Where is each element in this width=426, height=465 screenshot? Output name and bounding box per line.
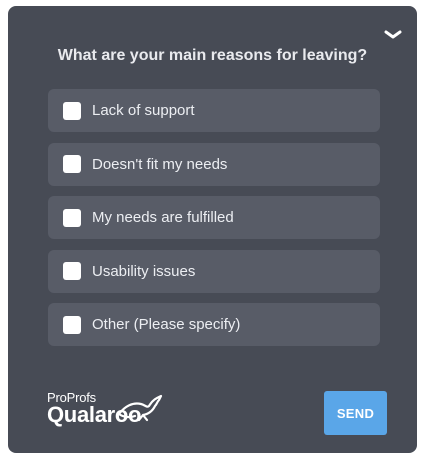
option-label: Other (Please specify) xyxy=(92,316,241,333)
survey-widget: What are your main reasons for leaving? … xyxy=(8,6,417,453)
option-label: Lack of support xyxy=(92,102,195,119)
option-label: Usability issues xyxy=(92,262,196,280)
option-label: Doesn't fit my needs xyxy=(92,155,228,173)
checkbox[interactable] xyxy=(63,262,81,280)
brand-logo[interactable]: ProProfs Qualaroo xyxy=(47,390,167,430)
option-usability-issues[interactable]: Usability issues xyxy=(48,249,380,293)
checkbox[interactable] xyxy=(63,208,81,227)
option-other[interactable]: Other (Please specify) xyxy=(48,303,380,346)
survey-question: What are your main reasons for leaving? xyxy=(57,47,368,64)
collapse-button[interactable] xyxy=(383,28,403,40)
checkbox[interactable] xyxy=(63,155,81,173)
send-button[interactable]: SEND xyxy=(324,391,387,435)
chevron-down-icon xyxy=(384,30,402,39)
kangaroo-icon xyxy=(117,394,163,422)
option-doesnt-fit-needs[interactable]: Doesn't fit my needs xyxy=(48,142,380,186)
checkbox[interactable] xyxy=(63,101,81,120)
option-lack-of-support[interactable]: Lack of support xyxy=(48,89,380,132)
options-list: Lack of support Doesn't fit my needs My … xyxy=(48,89,380,357)
option-label: My needs are fulfilled xyxy=(92,209,234,226)
checkbox[interactable] xyxy=(63,315,81,334)
option-needs-fulfilled[interactable]: My needs are fulfilled xyxy=(48,196,380,239)
